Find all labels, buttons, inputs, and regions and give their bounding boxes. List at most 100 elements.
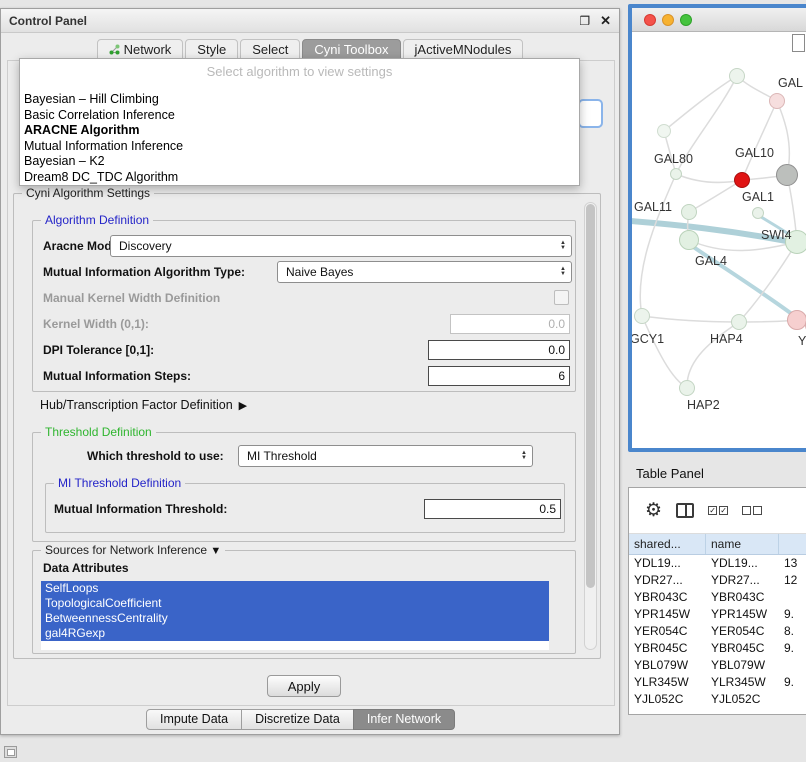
table-cell: YBR043C xyxy=(629,589,706,606)
table-cell: YBR045C xyxy=(629,640,706,657)
algorithm-dropdown: Select algorithm to view settings Bayesi… xyxy=(19,58,580,186)
algorithm-option-basic-correlation-inference[interactable]: Basic Correlation Inference xyxy=(22,108,577,124)
tab-jactivemnodules[interactable]: jActiveMNodules xyxy=(403,39,524,60)
table-settings-gear-icon[interactable]: ⚙ xyxy=(645,501,662,520)
algorithm-option-aracne-algorithm[interactable]: ARACNE Algorithm xyxy=(22,123,577,139)
network-node-gal4[interactable] xyxy=(679,230,699,250)
control-panel-titlebar[interactable]: Control Panel ❐ ✕ xyxy=(1,9,619,33)
float-window-icon[interactable]: ❐ xyxy=(579,14,590,28)
minimize-window-button[interactable] xyxy=(662,14,674,26)
data-attributes-list[interactable]: SelfLoopsTopologicalCoefficientBetweenne… xyxy=(41,581,549,650)
network-node-gal1[interactable] xyxy=(752,207,764,219)
node-label: SWI4 xyxy=(761,228,792,242)
which-threshold-label: Which threshold to use: xyxy=(87,445,224,467)
bottom-tab-infer-network[interactable]: Infer Network xyxy=(353,709,455,730)
scrollbar-thumb[interactable] xyxy=(586,204,595,588)
table-row[interactable]: YBR043CYBR043C xyxy=(629,589,806,606)
sources-title[interactable]: Sources for Network Inference ▼ xyxy=(41,543,225,558)
node-label: GAL4 xyxy=(695,254,727,268)
mi-steps-label: Mutual Information Steps: xyxy=(43,365,191,387)
table-body: YDL19...YDL19...13YDR27...YDR27...12YBR0… xyxy=(629,555,806,708)
table-row[interactable]: YBL079WYBL079W xyxy=(629,657,806,674)
show-columns-icon[interactable] xyxy=(676,503,694,518)
table-cell: 9. xyxy=(779,674,806,691)
manual-kernel-checkbox[interactable] xyxy=(554,290,569,305)
collapse-arrow-icon: ▼ xyxy=(210,545,221,557)
table-cell: YLR345W xyxy=(706,674,779,691)
table-cell: YJL052C xyxy=(629,691,706,708)
tab-label: Select xyxy=(252,42,288,57)
birdseye-box[interactable] xyxy=(792,34,805,52)
table-row[interactable]: YBR045CYBR045C9. xyxy=(629,640,806,657)
algorithm-dropdown-placeholder: Select algorithm to view settings xyxy=(20,64,579,79)
network-node-gal11[interactable] xyxy=(681,204,697,220)
expand-arrow-icon: ▶ xyxy=(239,399,247,412)
table-row[interactable]: YER054CYER054C8. xyxy=(629,623,806,640)
tab-select[interactable]: Select xyxy=(240,39,300,60)
column-header[interactable] xyxy=(779,534,806,554)
network-window-titlebar[interactable] xyxy=(632,8,806,32)
node-label: GAL1 xyxy=(742,190,774,204)
column-header[interactable]: name xyxy=(706,534,779,554)
tab-label: jActiveMNodules xyxy=(415,42,512,57)
network-node-gcy1[interactable] xyxy=(634,308,650,324)
table-cell: YBL079W xyxy=(629,657,706,674)
apply-button[interactable]: Apply xyxy=(267,675,341,697)
node-label: GAL80 xyxy=(654,152,693,166)
table-row[interactable]: YLR345WYLR345W9. xyxy=(629,674,806,691)
network-node[interactable] xyxy=(729,68,745,84)
close-window-icon[interactable]: ✕ xyxy=(600,13,611,29)
select-all-columns-icon[interactable]: ✓✓ xyxy=(708,506,728,515)
table-row[interactable]: YDR27...YDR27...12 xyxy=(629,572,806,589)
table-row[interactable]: YDL19...YDL19...13 xyxy=(629,555,806,572)
dock-panel-icon[interactable] xyxy=(4,746,17,758)
dpi-tolerance-input[interactable] xyxy=(428,340,570,360)
network-canvas[interactable]: GALGAL80GAL10GAL11GAL1SWI4GAL4GCY1HAP4YH… xyxy=(632,32,806,447)
network-node-hap4[interactable] xyxy=(787,310,806,330)
bottom-tab-discretize-data[interactable]: Discretize Data xyxy=(241,709,354,730)
tab-network[interactable]: Network xyxy=(97,39,184,60)
combo-arrows-icon: ▲▼ xyxy=(560,241,566,251)
mi-threshold-input[interactable] xyxy=(424,499,561,519)
network-node-hap2[interactable] xyxy=(679,380,695,396)
aracne-mode-value: Discovery xyxy=(119,239,560,253)
mi-type-select[interactable]: Naive Bayes ▲▼ xyxy=(277,261,572,283)
network-node-gal[interactable] xyxy=(769,93,785,109)
table-row[interactable]: YJL052CYJL052C xyxy=(629,691,806,708)
which-threshold-select[interactable]: MI Threshold ▲▼ xyxy=(238,445,533,467)
unselect-all-columns-icon[interactable] xyxy=(742,506,762,515)
tab-style[interactable]: Style xyxy=(185,39,238,60)
attribute-item-selfloops[interactable]: SelfLoops xyxy=(41,581,549,596)
algorithm-option-dream8-dc-tdc-algorithm[interactable]: Dream8 DC_TDC Algorithm xyxy=(22,170,577,186)
mi-steps-input[interactable] xyxy=(428,366,570,386)
hub-definition-toggle[interactable]: Hub/Transcription Factor Definition ▶ xyxy=(40,398,247,412)
algorithm-option-mutual-information-inference[interactable]: Mutual Information Inference xyxy=(22,139,577,155)
attribute-item-betweennesscentrality[interactable]: BetweennessCentrality xyxy=(41,611,549,626)
algorithm-option-bayesian-k2[interactable]: Bayesian – K2 xyxy=(22,154,577,170)
data-attributes-label: Data Attributes xyxy=(43,557,129,579)
tab-label: Cyni Toolbox xyxy=(314,42,388,57)
mi-type-label: Mutual Information Algorithm Type: xyxy=(43,261,245,283)
attribute-item-gal4rgexp[interactable]: gal4RGexp xyxy=(41,626,549,641)
network-node[interactable] xyxy=(657,124,671,138)
mi-threshold-title: MI Threshold Definition xyxy=(54,476,185,490)
aracne-mode-select[interactable]: Discovery ▲▼ xyxy=(110,235,572,257)
table-row[interactable]: YPR145WYPR145W9. xyxy=(629,606,806,623)
column-header[interactable]: shared... xyxy=(629,534,706,554)
table-cell: YER054C xyxy=(706,623,779,640)
bottom-tab-impute-data[interactable]: Impute Data xyxy=(146,709,242,730)
network-node-gal10[interactable] xyxy=(734,172,750,188)
tab-cyni-toolbox[interactable]: Cyni Toolbox xyxy=(302,39,400,60)
table-cell: YDL19... xyxy=(629,555,706,572)
zoom-window-button[interactable] xyxy=(680,14,692,26)
table-cell: YBL079W xyxy=(706,657,779,674)
network-node[interactable] xyxy=(776,164,798,186)
network-node-gal80[interactable] xyxy=(670,168,682,180)
close-window-button[interactable] xyxy=(644,14,656,26)
kernel-width-input[interactable] xyxy=(450,314,570,334)
network-node[interactable] xyxy=(731,314,747,330)
settings-scrollbar[interactable] xyxy=(584,202,597,650)
attribute-item-topologicalcoefficient[interactable]: TopologicalCoefficient xyxy=(41,596,549,611)
algorithm-combo-fragment[interactable] xyxy=(578,99,603,128)
algorithm-option-bayesian-hill-climbing[interactable]: Bayesian – Hill Climbing xyxy=(22,92,577,108)
